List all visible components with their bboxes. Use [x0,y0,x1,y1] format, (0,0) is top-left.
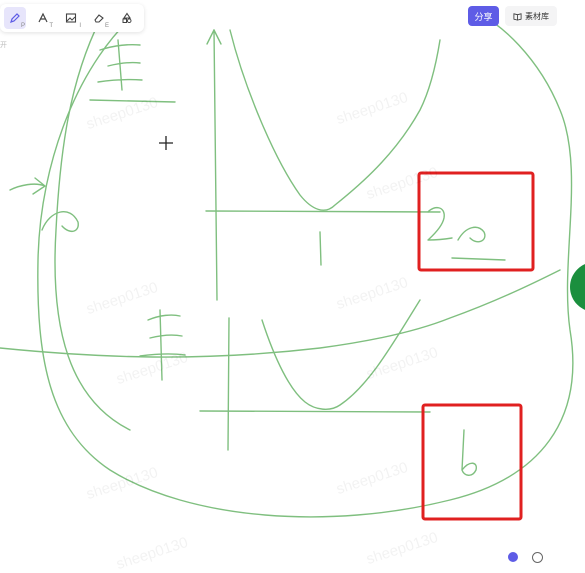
user-avatar-icon[interactable] [508,552,518,562]
help-icon[interactable] [532,552,543,563]
ink-alpha-left [41,211,79,233]
highlight-box-2a [417,171,535,272]
tool-shortcut: I [79,23,81,29]
tool-shortcut: E [104,23,109,29]
ink-inner-loop [54,19,131,431]
whiteboard-canvas[interactable] [0,0,585,564]
pen-tool-button[interactable]: P [4,7,26,29]
text-icon [38,12,48,23]
tool-shortcut: T [49,23,53,29]
text-tool-button[interactable]: T [32,7,54,29]
ink-tick-1 [319,231,322,266]
ink-bottom-x-axis [199,410,431,413]
ink-arrow-left [9,177,46,195]
ink-band-line [0,269,561,358]
ink-b-mark [461,429,477,476]
material-library-label: 素材库 [525,11,549,21]
share-label: 分享 [474,11,493,22]
ink-outer-loop [37,9,574,518]
highlight-box-b [421,403,523,521]
ink-char-bottom [139,309,186,381]
tool-shortcut: P [20,23,25,29]
ink-bottom-parabola [261,299,421,410]
bottom-right-controls [508,552,543,563]
eraser-icon [94,14,104,23]
eraser-tool-button[interactable]: E [88,7,110,29]
book-icon [513,12,522,21]
pen-icon [10,13,20,23]
image-tool-button[interactable]: I [60,7,82,29]
share-button[interactable]: 分享 [468,6,499,26]
crosshair-cursor-icon [159,136,173,150]
shapes-icon [122,12,132,23]
material-library-button[interactable]: 素材库 [505,6,557,26]
side-label: 开 [0,42,7,49]
ink-bottom-y-axis [227,317,230,451]
ink-underline-top [89,99,176,103]
drawing-toolbar: P T I E [0,4,144,32]
image-icon [65,13,77,23]
shapes-tool-button[interactable] [116,7,138,29]
ink-2a-mark [427,206,486,243]
ink-top-y-axis [213,29,218,301]
ink-top-parabola [229,29,441,211]
ink-underline-2a [451,257,506,261]
ink-top-x-axis [205,210,441,213]
